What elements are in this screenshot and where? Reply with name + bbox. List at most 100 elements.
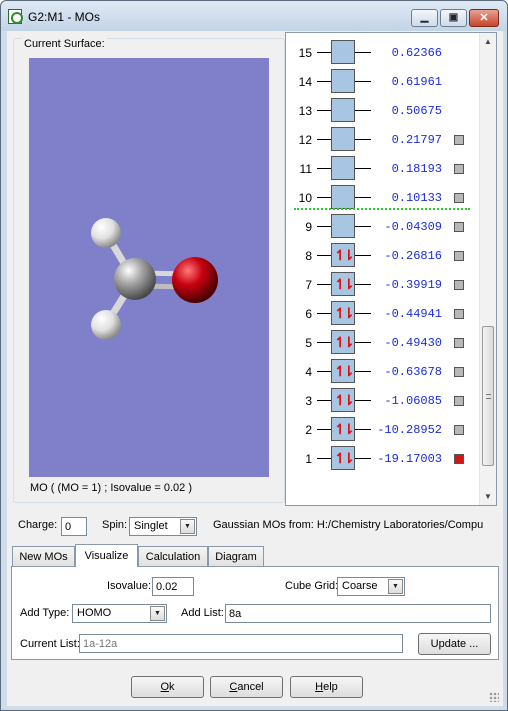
chevron-down-icon[interactable]: ▼ [150,606,165,621]
mo-select-checkbox[interactable] [454,280,464,290]
mo-select-checkbox[interactable] [454,367,464,377]
current-list-field[interactable] [79,634,403,653]
mo-level-box[interactable]: ↿⇂ [331,243,355,267]
mo-diagram-panel[interactable]: 15 0.62366 14 0.61961 13 0.50675 12 0.21797 11 0.… [285,32,497,506]
mo-select-checkbox[interactable] [454,425,464,435]
mo-row[interactable]: 6 ↿⇂ -0.44941 [286,299,482,328]
tab-diagram[interactable]: Diagram [208,546,264,566]
mo-row[interactable]: 11 0.18193 [286,154,482,183]
mo-level-box[interactable]: ↿⇂ [331,359,355,383]
electron-pair-icon: ↿⇂ [334,421,355,437]
mo-row[interactable]: 4 ↿⇂ -0.63678 [286,357,482,386]
mo-index: 7 [305,278,312,292]
mo-level-box[interactable] [331,98,355,122]
mo-level-box[interactable] [331,185,355,209]
charge-input[interactable] [61,517,87,536]
mo-level-box[interactable]: ↿⇂ [331,417,355,441]
chevron-down-icon[interactable]: ▼ [480,488,496,504]
mo-index: 10 [298,191,312,205]
mo-row[interactable]: 8 ↿⇂ -0.26816 [286,241,482,270]
maximize-icon: ▣ [448,12,459,23]
mo-level-box[interactable] [331,127,355,151]
mo-level-line [317,110,331,111]
ok-button[interactable]: Ok [131,676,204,698]
mo-row[interactable]: 14 0.61961 [286,67,482,96]
mo-energy: -0.63678 [384,365,442,379]
mo-level-line [355,197,371,198]
mo-row[interactable]: 9 -0.04309 [286,212,482,241]
isovalue-label: Isovalue: [107,580,152,592]
mo-energy: -0.44941 [384,307,442,321]
electron-pair-icon: ↿⇂ [334,450,355,466]
title-bar[interactable]: G2:M1 - MOs ▁ ▣ ✕ [1,1,507,31]
mo-row[interactable]: 15 0.62366 [286,38,482,67]
update-button[interactable]: Update ... [418,633,491,655]
electron-pair-icon: ↿⇂ [334,247,355,263]
mo-select-checkbox[interactable] [454,164,464,174]
close-button[interactable]: ✕ [469,9,499,27]
tab-calculation[interactable]: Calculation [138,546,208,566]
visualize-tab-panel: Isovalue: Cube Grid: Coarse ▼ Add Type: … [11,566,499,660]
mo-level-box[interactable] [331,156,355,180]
mo-level-line [355,342,371,343]
cube-grid-select[interactable]: Coarse ▼ [337,577,405,596]
chevron-down-icon[interactable]: ▼ [388,579,403,594]
gaussview-document-icon [8,9,23,24]
mo-index: 5 [305,336,312,350]
mo-level-line [355,81,371,82]
mo-select-checkbox[interactable] [454,222,464,232]
cube-grid-label: Cube Grid: [285,580,339,592]
mo-select-checkbox[interactable] [454,338,464,348]
mo-level-box[interactable] [331,214,355,238]
add-list-input[interactable] [225,604,491,623]
chevron-down-icon[interactable]: ▼ [180,519,195,534]
mo-select-checkbox[interactable] [454,193,464,203]
mo-level-box[interactable]: ↿⇂ [331,272,355,296]
scrollbar-thumb[interactable] [482,326,494,466]
mo-level-line [317,313,331,314]
surface-caption: MO ( (MO = 1) ; Isovalue = 0.02 ) [30,482,192,494]
maximize-button[interactable]: ▣ [440,9,467,27]
mo-level-box[interactable] [331,69,355,93]
resize-grip-icon[interactable] [489,692,499,702]
cancel-button[interactable]: Cancel [210,676,283,698]
mo-row[interactable]: 13 0.50675 [286,96,482,125]
mo-row[interactable]: 3 ↿⇂ -1.06085 [286,386,482,415]
mo-row[interactable]: 5 ↿⇂ -0.49430 [286,328,482,357]
chevron-up-icon[interactable]: ▲ [480,33,496,49]
mo-level-line [317,458,331,459]
cancel-label-rest: ancel [237,681,264,693]
mo-level-box[interactable]: ↿⇂ [331,446,355,470]
minimize-button[interactable]: ▁ [411,9,438,27]
mo-level-line [317,284,331,285]
mo-select-checkbox[interactable] [454,309,464,319]
molecule-viewer[interactable] [29,58,269,477]
mo-vertical-scrollbar[interactable]: ▲ ▼ [479,33,496,505]
isovalue-input[interactable] [152,577,194,596]
mo-level-box[interactable] [331,40,355,64]
mo-row[interactable]: 2 ↿⇂ -10.28952 [286,415,482,444]
spin-select[interactable]: Singlet ▼ [129,517,197,536]
mo-row[interactable]: 7 ↿⇂ -0.39919 [286,270,482,299]
mo-energy: 0.61961 [391,75,442,89]
charge-label: Charge: [18,519,58,531]
mo-level-box[interactable]: ↿⇂ [331,330,355,354]
help-button[interactable]: Help [290,676,363,698]
tab-new-mos[interactable]: New MOs [12,546,75,566]
mo-row[interactable]: 12 0.21797 [286,125,482,154]
mo-select-checkbox[interactable] [454,396,464,406]
add-type-select[interactable]: HOMO ▼ [72,604,167,623]
spin-label: Spin: [102,519,128,531]
tab-visualize[interactable]: Visualize [75,544,138,567]
mo-level-box[interactable]: ↿⇂ [331,301,355,325]
mo-select-checkbox[interactable] [454,135,464,145]
mo-level-box[interactable]: ↿⇂ [331,388,355,412]
mo-index: 4 [305,365,312,379]
hydrogen-atom [91,310,121,340]
mo-select-checkbox[interactable] [454,251,464,261]
mo-index: 12 [298,133,312,147]
electron-pair-icon: ↿⇂ [334,276,355,292]
mo-select-checkbox[interactable] [454,454,464,464]
add-type-value: HOMO [77,607,112,619]
mo-row[interactable]: 1 ↿⇂ -19.17003 [286,444,482,473]
